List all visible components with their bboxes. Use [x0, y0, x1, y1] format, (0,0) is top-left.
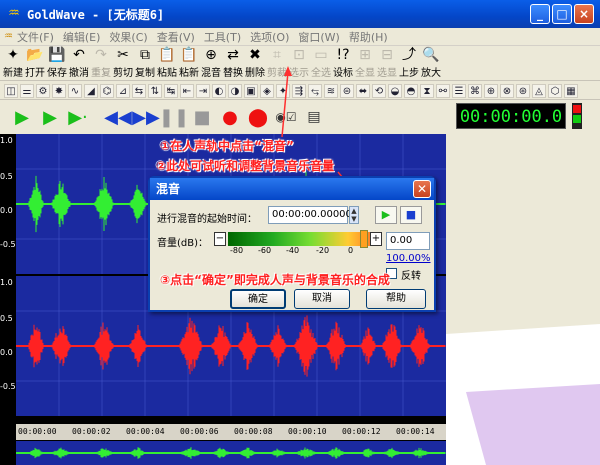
- tick-label: -20: [316, 246, 330, 255]
- start-time-input[interactable]: 00:00:00.00000: [268, 206, 352, 224]
- volume-minus-button[interactable]: −: [214, 232, 226, 246]
- mix-dialog: 混音 ✕ 进行混音的起始时间： 00:00:00.00000 ▲ ▼ ▶ ■ 音量…: [148, 176, 436, 312]
- invert-label: 反转: [401, 271, 421, 282]
- start-time-spinner[interactable]: ▲ ▼: [349, 206, 359, 224]
- volume-plus-button[interactable]: +: [370, 232, 382, 246]
- volume-slider[interactable]: [228, 232, 378, 246]
- annotation-step3: ③点击“确定”即完成人声与背景音乐的合成: [160, 273, 390, 287]
- start-time-label: 进行混音的起始时间：: [157, 214, 257, 225]
- dialog-close-button[interactable]: ✕: [413, 180, 431, 198]
- dialog-title: 混音 ✕: [150, 178, 434, 200]
- ok-button[interactable]: 确定: [230, 289, 286, 309]
- volume-ticks: -80 -60 -40 -20 0: [230, 246, 380, 260]
- preview-stop-button[interactable]: ■: [400, 206, 422, 224]
- volume-label: 音量(dB)：: [157, 238, 209, 249]
- tick-label: -40: [286, 246, 300, 255]
- help-button[interactable]: 帮助: [366, 289, 426, 309]
- dialog-title-text: 混音: [156, 182, 181, 196]
- percent-link[interactable]: 100.00%: [386, 253, 431, 264]
- preview-play-button[interactable]: ▶: [375, 206, 397, 224]
- tick-label: 0: [348, 246, 354, 255]
- cancel-button[interactable]: 取消: [294, 289, 350, 309]
- volume-input[interactable]: 0.00: [386, 232, 430, 250]
- tick-label: -80: [230, 246, 244, 255]
- tick-label: -60: [258, 246, 272, 255]
